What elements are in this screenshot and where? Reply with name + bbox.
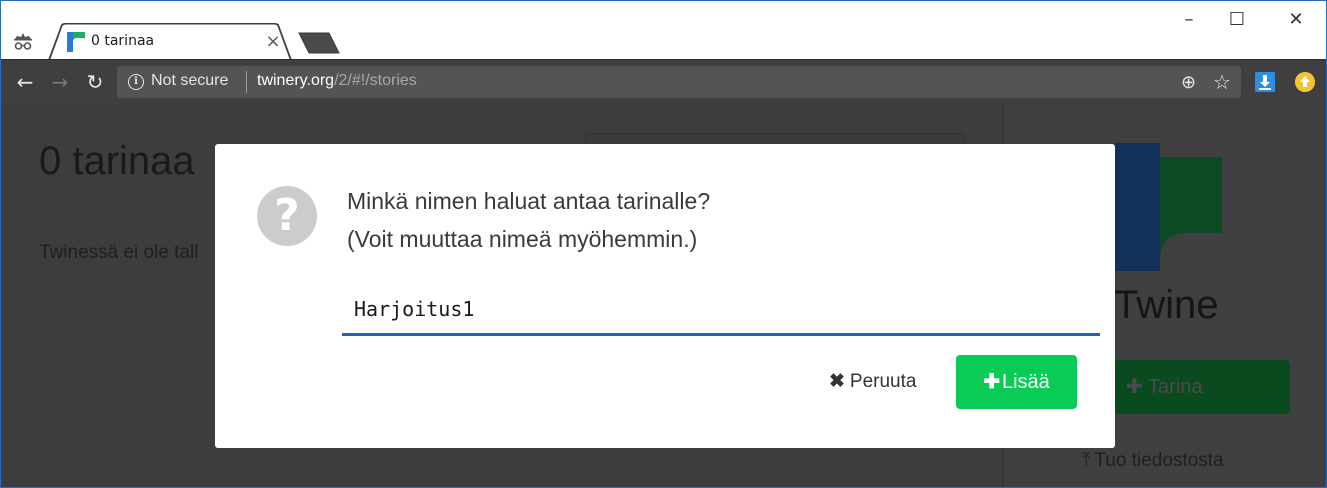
add-story-button[interactable]: ✚ Lisää <box>956 355 1077 409</box>
dialog-prompt: Minkä nimen haluat antaa tarinalle? (Voi… <box>347 182 710 258</box>
empty-library-message: Twinessä ei ole tall <box>39 242 199 263</box>
twine-favicon-icon <box>67 32 85 52</box>
tab-title: 0 tarinaa <box>91 33 155 49</box>
question-icon: ? <box>257 186 317 246</box>
zoom-icon[interactable]: ⊕ <box>1181 72 1196 93</box>
new-story-button[interactable]: ✚ Tarina <box>1112 360 1290 414</box>
minimize-button[interactable]: – <box>1169 9 1209 31</box>
security-label[interactable]: Not secure <box>151 72 228 90</box>
close-window-button[interactable]: ✕ <box>1276 9 1316 31</box>
upload-icon: ⤒ <box>1082 450 1091 471</box>
cancel-button[interactable]: ✖ Peruuta <box>829 368 916 396</box>
bookmark-star-icon[interactable]: ☆ <box>1213 70 1231 94</box>
url-path: /2/#!/stories <box>334 72 417 89</box>
browser-window: 0 tarinaa × – ☐ ✕ ← → ↻ i Not secure twi… <box>0 0 1327 488</box>
page-title: 0 tarinaa <box>39 139 195 183</box>
url-text[interactable]: twinery.org/2/#!/stories <box>257 72 417 90</box>
tab-close-icon[interactable]: × <box>265 31 281 52</box>
info-icon[interactable]: i <box>128 74 144 90</box>
story-name-input[interactable] <box>342 285 1100 336</box>
url-host: twinery.org <box>257 72 335 89</box>
dialog-prompt-line2: (Voit muuttaa nimeä myöhemmin.) <box>347 226 698 252</box>
address-separator <box>246 71 247 93</box>
address-bar[interactable]: i Not secure twinery.org/2/#!/stories ⊕ … <box>117 66 1241 98</box>
twine-logo-text: Twine <box>1114 283 1219 327</box>
add-label: Lisää <box>1001 371 1050 393</box>
reload-icon[interactable]: ↻ <box>84 71 106 93</box>
forward-icon[interactable]: → <box>49 71 71 93</box>
cancel-label: Peruuta <box>849 371 917 392</box>
close-icon: ✖ <box>829 371 845 392</box>
maximize-button[interactable]: ☐ <box>1217 9 1257 31</box>
browser-toolbar: ← → ↻ i Not secure twinery.org/2/#!/stor… <box>1 59 1326 106</box>
import-from-file-button[interactable]: ⤒ Tuo tiedostosta <box>1082 450 1224 472</box>
back-icon[interactable]: ← <box>14 71 36 93</box>
tab-stories[interactable]: 0 tarinaa × <box>47 23 293 63</box>
dialog-prompt-line1: Minkä nimen haluat antaa tarinalle? <box>347 188 711 214</box>
title-bar: 0 tarinaa × – ☐ ✕ <box>1 1 1326 63</box>
twine-logo-icon <box>1114 143 1222 271</box>
download-extension-icon[interactable] <box>1255 72 1275 92</box>
upload-extension-icon[interactable] <box>1295 72 1315 92</box>
incognito-icon <box>14 33 32 50</box>
story-name-dialog: ? Minkä nimen haluat antaa tarinalle? (V… <box>215 144 1115 448</box>
plus-icon: ✚ <box>983 371 1000 393</box>
new-tab-button[interactable] <box>297 32 341 54</box>
new-story-label: Tarina <box>1148 376 1203 398</box>
import-label: Tuo tiedostosta <box>1094 450 1224 471</box>
plus-icon: ✚ <box>1126 376 1143 398</box>
